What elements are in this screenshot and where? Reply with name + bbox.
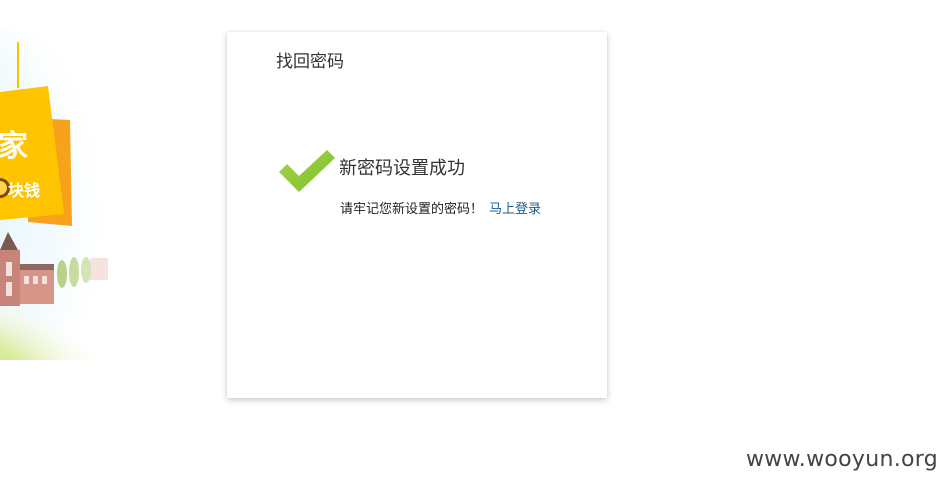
card-title: 找回密码 xyxy=(276,52,344,72)
promo-banner-graphic: 家 块钱 xyxy=(0,30,130,360)
sign-text-top: 家 xyxy=(0,129,28,164)
check-icon xyxy=(279,150,335,192)
sign-text-bottom: 块钱 xyxy=(8,181,40,200)
success-message-line: 请牢记您新设置的密码！ 马上登录 xyxy=(340,200,541,220)
success-message: 请牢记您新设置的密码！ xyxy=(340,202,484,217)
login-now-link[interactable]: 马上登录 xyxy=(489,202,541,217)
reset-password-card: 找回密码 新密码设置成功 请牢记您新设置的密码！ 马上登录 xyxy=(227,32,607,398)
success-title: 新密码设置成功 xyxy=(339,158,465,179)
watermark: www.wooyun.org xyxy=(745,447,938,472)
